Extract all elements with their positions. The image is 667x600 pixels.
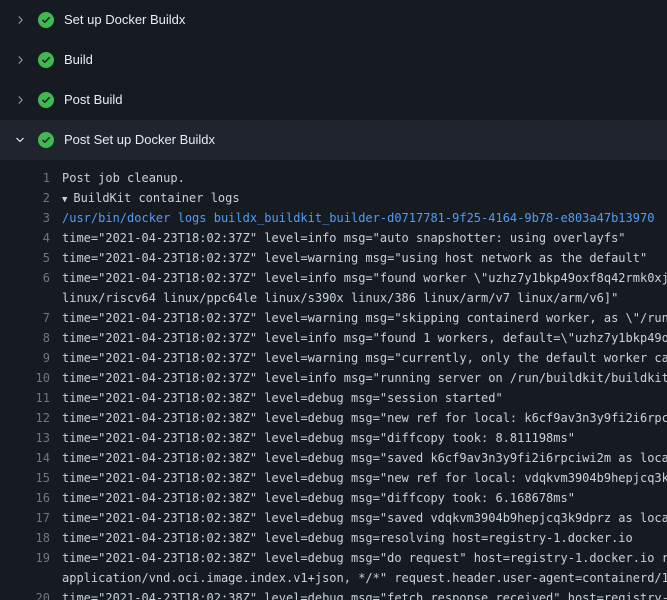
log-line-13: 13 time="2021-04-23T18:02:38Z" level=debu… [0,428,667,448]
check-circle-icon [38,12,54,28]
line-number[interactable]: 15 [0,468,50,488]
line-number[interactable]: 3 [0,208,50,228]
line-number[interactable]: 8 [0,328,50,348]
log-line-11: 11 time="2021-04-23T18:02:38Z" level=debu… [0,388,667,408]
line-number[interactable]: 18 [0,528,50,548]
step-row-build[interactable]: Build [0,40,667,80]
log-text: time="2021-04-23T18:02:38Z" level=debug … [62,488,575,508]
group-title[interactable]: BuildKit container logs [73,188,239,208]
log-line-3: 3/usr/bin/docker logs buildx_buildkit_bu… [0,208,667,228]
log-text: time="2021-04-23T18:02:37Z" level=warnin… [62,248,647,268]
command-text[interactable]: /usr/bin/docker logs buildx_buildkit_bui… [62,208,654,228]
log-text: time="2021-04-23T18:02:38Z" level=debug … [62,408,667,428]
check-circle-icon [38,92,54,108]
step-row-post-set-up-docker-buildx[interactable]: Post Set up Docker Buildx [0,120,667,160]
log-text: linux/riscv64 linux/ppc64le linux/s390x … [62,288,618,308]
log-line-continuation: linux/riscv64 linux/ppc64le linux/s390x … [0,288,667,308]
step-label: Post Build [64,92,123,108]
group-toggle-icon[interactable]: ▼ [62,190,67,208]
step-label: Build [64,52,93,68]
log-text: time="2021-04-23T18:02:37Z" level=info m… [62,328,667,348]
chevron-right-icon[interactable] [12,92,28,108]
log-text: time="2021-04-23T18:02:37Z" level=info m… [62,268,667,288]
log-text: time="2021-04-23T18:02:38Z" level=debug … [62,548,667,568]
log-line-9: 9 time="2021-04-23T18:02:37Z" level=warni… [0,348,667,368]
actions-log-viewer: Set up Docker Buildx Build Post Build Post … [0,0,667,600]
log-line-6: 6 time="2021-04-23T18:02:37Z" level=info … [0,268,667,288]
line-number[interactable]: 1 [0,168,50,188]
line-number[interactable]: 19 [0,548,50,568]
steps-list: Set up Docker Buildx Build Post Build Post … [0,0,667,160]
log-line-5: 5 time="2021-04-23T18:02:37Z" level=warni… [0,248,667,268]
line-number[interactable]: 4 [0,228,50,248]
log-line-20: 20 time="2021-04-23T18:02:38Z" level=debu… [0,588,667,600]
log-text: time="2021-04-23T18:02:37Z" level=warnin… [62,308,667,328]
log-text: time="2021-04-23T18:02:38Z" level=debug … [62,508,667,528]
chevron-right-icon[interactable] [12,12,28,28]
step-row-set-up-docker-buildx[interactable]: Set up Docker Buildx [0,0,667,40]
log-text: time="2021-04-23T18:02:38Z" level=debug … [62,468,667,488]
line-number[interactable]: 13 [0,428,50,448]
log-line-17: 17 time="2021-04-23T18:02:38Z" level=debu… [0,508,667,528]
log-text: time="2021-04-23T18:02:38Z" level=debug … [62,528,633,548]
line-number[interactable]: 14 [0,448,50,468]
log-line-4: 4 time="2021-04-23T18:02:37Z" level=info … [0,228,667,248]
log-text: time="2021-04-23T18:02:37Z" level=info m… [62,228,626,248]
line-number[interactable]: 12 [0,408,50,428]
step-label: Set up Docker Buildx [64,12,185,28]
log-line-18: 18 time="2021-04-23T18:02:38Z" level=debu… [0,528,667,548]
step-row-post-build[interactable]: Post Build [0,80,667,120]
line-number[interactable]: 2 [0,188,50,208]
line-number[interactable]: 11 [0,388,50,408]
line-number[interactable]: 9 [0,348,50,368]
line-number[interactable]: 5 [0,248,50,268]
line-number[interactable]: 20 [0,588,50,600]
log-line-14: 14 time="2021-04-23T18:02:38Z" level=debu… [0,448,667,468]
log-text: time="2021-04-23T18:02:38Z" level=debug … [62,388,503,408]
log-text: time="2021-04-23T18:02:37Z" level=info m… [62,368,667,388]
log-text: time="2021-04-23T18:02:38Z" level=debug … [62,448,667,468]
chevron-right-icon[interactable] [12,52,28,68]
log-text: Post job cleanup. [62,168,185,188]
line-number[interactable]: 16 [0,488,50,508]
log-line-16: 16 time="2021-04-23T18:02:38Z" level=debu… [0,488,667,508]
log-line-8: 8 time="2021-04-23T18:02:37Z" level=info … [0,328,667,348]
log-text: time="2021-04-23T18:02:37Z" level=warnin… [62,348,667,368]
line-number[interactable]: 10 [0,368,50,388]
log-text: time="2021-04-23T18:02:38Z" level=debug … [62,588,667,600]
chevron-down-icon[interactable] [12,132,28,148]
check-circle-icon [38,52,54,68]
line-number[interactable]: 17 [0,508,50,528]
log-line-7: 7 time="2021-04-23T18:02:37Z" level=warni… [0,308,667,328]
log-line-continuation: application/vnd.oci.image.index.v1+json,… [0,568,667,588]
log-line-15: 15 time="2021-04-23T18:02:38Z" level=debu… [0,468,667,488]
line-number[interactable]: 6 [0,268,50,288]
log-line-12: 12 time="2021-04-23T18:02:38Z" level=debu… [0,408,667,428]
log-line-10: 10 time="2021-04-23T18:02:37Z" level=info… [0,368,667,388]
log-line-2: 2 ▼ BuildKit container logs [0,188,667,208]
log-text: time="2021-04-23T18:02:38Z" level=debug … [62,428,575,448]
log-line-1: 1 Post job cleanup. [0,168,667,188]
line-number[interactable]: 7 [0,308,50,328]
step-label: Post Set up Docker Buildx [64,132,215,148]
check-circle-icon [38,132,54,148]
log-area: 1 Post job cleanup. 2 ▼ BuildKit container l… [0,160,667,600]
log-line-19: 19 time="2021-04-23T18:02:38Z" level=debu… [0,548,667,568]
log-text: application/vnd.oci.image.index.v1+json,… [62,568,667,588]
